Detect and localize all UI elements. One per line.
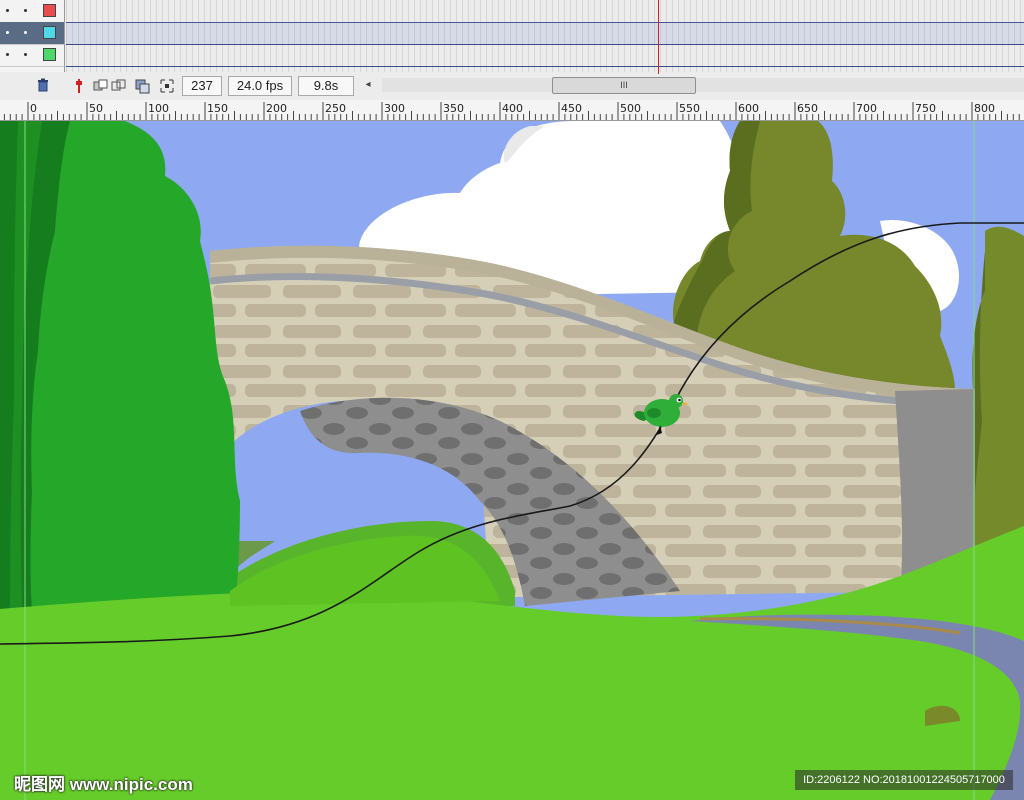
ruler-label: 0 — [30, 102, 37, 115]
onion-skin-outline-icon[interactable] — [110, 77, 128, 95]
lock-dot[interactable] — [24, 9, 27, 12]
timeline-toolbar: 237 24.0 fps 9.8s ◂ III — [66, 73, 1024, 99]
ruler-label: 650 — [797, 102, 818, 115]
lock-dot[interactable] — [24, 31, 27, 34]
scroll-left-arrow-icon[interactable]: ◂ — [362, 79, 374, 91]
ruler-label: 550 — [679, 102, 700, 115]
ruler-label: 300 — [384, 102, 405, 115]
elapsed-time-field: 9.8s — [298, 76, 354, 96]
layer-row-2[interactable] — [0, 22, 64, 45]
watermark-right: ID:2206122 NO:20181001224505717000 — [795, 770, 1013, 790]
visibility-dot[interactable] — [6, 53, 9, 56]
ruler-label: 150 — [207, 102, 228, 115]
scrollbar-thumb[interactable]: III — [552, 77, 696, 94]
playhead-center-icon[interactable] — [70, 77, 88, 95]
ruler-label: 750 — [915, 102, 936, 115]
lock-dot[interactable] — [24, 53, 27, 56]
onion-skin-icon[interactable] — [92, 77, 110, 95]
layer-color-swatch[interactable] — [43, 26, 56, 39]
frame-rate-field[interactable]: 24.0 fps — [228, 76, 292, 96]
scene-artwork — [0, 121, 1024, 800]
current-frame-field[interactable]: 237 — [182, 76, 222, 96]
ruler-label: 600 — [738, 102, 759, 115]
timeline-panel: 237 24.0 fps 9.8s ◂ III — [0, 0, 1024, 101]
ruler-label: 800 — [974, 102, 995, 115]
ruler-label: 100 — [148, 102, 169, 115]
ruler-label: 200 — [266, 102, 287, 115]
ruler-label: 500 — [620, 102, 641, 115]
playhead[interactable] — [658, 0, 659, 74]
ruler-label: 250 — [325, 102, 346, 115]
layer-row-1[interactable] — [0, 0, 64, 23]
frame-row[interactable] — [66, 0, 1024, 23]
edit-multiple-icon[interactable] — [134, 77, 152, 95]
layer-list — [0, 0, 65, 72]
frame-row[interactable] — [66, 44, 1024, 67]
horizontal-scrollbar[interactable] — [382, 78, 1024, 92]
trash-icon[interactable] — [36, 78, 50, 92]
layer-color-swatch[interactable] — [43, 48, 56, 61]
center-frame-icon[interactable] — [158, 77, 176, 95]
horizontal-ruler: 0 50 100 150 200 250 300 350 400 450 500 550 600 650 7… — [0, 100, 1024, 121]
layer-row-3[interactable] — [0, 44, 64, 67]
frame-row[interactable] — [66, 22, 1024, 45]
ruler-label: 450 — [561, 102, 582, 115]
ruler-label: 400 — [502, 102, 523, 115]
ruler-label: 350 — [443, 102, 464, 115]
layer-color-swatch[interactable] — [43, 4, 56, 17]
ruler-label: 50 — [89, 102, 103, 115]
visibility-dot[interactable] — [6, 9, 9, 12]
ruler-label: 700 — [856, 102, 877, 115]
visibility-dot[interactable] — [6, 31, 9, 34]
watermark-left: 昵图网 www.nipic.com — [14, 775, 193, 794]
stage-canvas[interactable] — [0, 121, 1024, 800]
frame-grid[interactable] — [66, 0, 1024, 72]
